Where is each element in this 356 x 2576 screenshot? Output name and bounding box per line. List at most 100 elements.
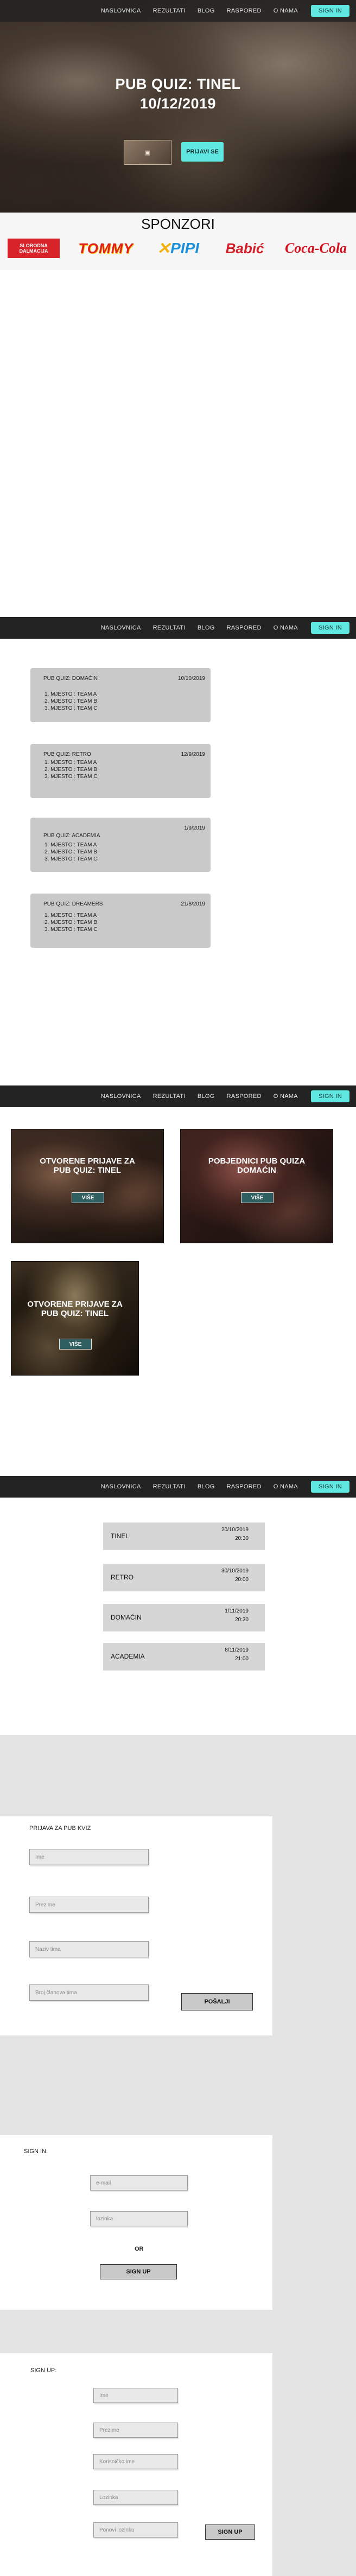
nav-raspored[interactable]: RASPORED [227,1093,262,1100]
schedule-name: TINEL [111,1532,130,1540]
first-name-input[interactable]: Ime [93,2388,178,2403]
blog-caption: OTVORENE PRIJAVE ZA PUB QUIZ: TINEL [40,1157,135,1175]
logo-babic: Babić [219,236,270,260]
sign-up-button[interactable]: SIGN UP [100,2264,177,2279]
result-card[interactable]: PUB QUIZ: DOMAĆIN 10/10/2019 1. MJESTO :… [30,668,211,722]
blog-photo [11,1129,163,1243]
password-input[interactable]: Lozinka [93,2490,178,2505]
place-2: 2. MJESTO : TEAM B [44,920,97,926]
nav-naslovnica[interactable]: NASLOVNICA [101,8,141,14]
nav-raspored[interactable]: RASPORED [227,1483,262,1490]
logo-text: SLOBODNA DALMACIJA [19,243,48,254]
hero-title: PUB QUIZ: TINEL [115,76,241,92]
result-places: 1. MJESTO : TEAM A 2. MJESTO : TEAM B 3.… [44,691,97,712]
sign-in-button[interactable]: SIGN IN [310,1481,349,1493]
schedule-row[interactable]: ACADEMIA 8/11/2019 21:00 [103,1643,265,1671]
result-date: 21/8/2019 [181,901,206,907]
last-name-input[interactable]: Prezime [29,1897,149,1913]
place-2: 2. MJESTO : TEAM B [44,698,97,704]
result-title: PUB QUIZ: DOMAĆIN [43,676,98,682]
sign-in-button[interactable]: SIGN IN [310,5,349,17]
nav-blog[interactable]: BLOG [198,1093,215,1100]
schedule-datetime: 8/11/2019 21:00 [225,1646,249,1663]
sign-in-title: SIGN IN: [24,2148,48,2155]
prijavi-se-button[interactable]: PRIJAVI SE [181,142,224,162]
or-divider: OR [135,2246,144,2252]
last-name-input[interactable]: Prezime [93,2423,178,2438]
quiz-signup-form: PRIJAVA ZA PUB KVIZ Ime Prezime Naziv ti… [0,1816,272,2035]
nav-o-nama[interactable]: O NAMA [274,1093,298,1100]
logo-tommy: TOMMY [76,236,136,260]
logo-pipi: ✕ PIPI [156,239,200,258]
blog-card[interactable]: OTVORENE PRIJAVE ZA PUB QUIZ: TINEL VIŠE [11,1261,139,1376]
result-card[interactable]: PUB QUIZ: RETRO 12/9/2019 1. MJESTO : TE… [30,744,211,798]
nav-blog[interactable]: BLOG [198,1483,215,1490]
sign-in-form: SIGN IN: e-mail lozinka OR SIGN UP [0,2135,272,2310]
posalji-button[interactable]: POŠALJI [181,1993,253,2010]
place-3: 3. MJESTO : TEAM C [44,856,98,862]
schedule-row[interactable]: RETRO 30/10/2019 20:00 [103,1564,265,1591]
nav-o-nama[interactable]: O NAMA [274,625,298,631]
first-name-input[interactable]: Ime [29,1849,149,1865]
password-input[interactable]: lozinka [90,2211,188,2226]
place-2: 2. MJESTO : TEAM B [44,849,97,855]
sign-up-submit-button[interactable]: SIGN UP [205,2524,255,2540]
nav-o-nama[interactable]: O NAMA [274,8,298,14]
schedule-date: 1/11/2019 [225,1608,249,1614]
blog-caption: POBJEDNICI PUB QUIZA DOMAĆIN [208,1157,306,1175]
schedule-row[interactable]: DOMAĆIN 1/11/2019 20:30 [103,1604,265,1631]
logo-coca-cola: Coca-Cola [281,236,351,260]
quiz-signup-title: PRIJAVA ZA PUB KVIZ [29,1825,91,1832]
image-icon: ▣ [144,149,151,156]
nav-rezultati[interactable]: REZULTATI [153,1483,186,1490]
schedule-date: 20/10/2019 [221,1527,249,1533]
nav-rezultati[interactable]: REZULTATI [153,1093,186,1100]
vise-button[interactable]: VIŠE [72,1192,104,1203]
schedule-date: 30/10/2019 [221,1568,249,1574]
result-card[interactable]: PUB QUIZ: DREAMERS 21/8/2019 1. MJESTO :… [30,894,211,948]
result-places: 1. MJESTO : TEAM A 2. MJESTO : TEAM B 3.… [44,759,97,780]
nav-blog[interactable]: BLOG [198,625,215,631]
schedule-row[interactable]: TINEL 20/10/2019 20:30 [103,1523,265,1550]
sign-up-title: SIGN UP: [30,2367,57,2374]
team-members-input[interactable]: Broj članova tima [29,1984,149,2001]
team-name-input[interactable]: Naziv tima [29,1941,149,1957]
blog-card[interactable]: OTVORENE PRIJAVE ZA PUB QUIZ: TINEL VIŠE [11,1129,164,1243]
sign-in-button[interactable]: SIGN IN [310,1090,349,1102]
email-input[interactable]: e-mail [90,2175,188,2190]
nav-naslovnica[interactable]: NASLOVNICA [101,625,141,631]
nav-blog[interactable]: BLOG [198,8,215,14]
logo-text: TOMMY [78,240,134,256]
nav-rezultati[interactable]: REZULTATI [153,8,186,14]
schedule-datetime: 1/11/2019 20:30 [225,1607,249,1624]
blog-photo [11,1262,138,1375]
schedule-name: DOMAĆIN [111,1614,142,1621]
nav-raspored[interactable]: RASPORED [227,8,262,14]
result-date: 1/9/2019 [184,825,205,831]
top-navbar: NASLOVNICA REZULTATI BLOG RASPORED O NAM… [0,1085,356,1107]
result-card[interactable]: PUB QUIZ: ACADEMIA 1/9/2019 1. MJESTO : … [30,818,211,872]
result-date: 12/9/2019 [181,751,206,757]
repeat-password-input[interactable]: Ponovi lozinku [93,2522,178,2538]
nav-raspored[interactable]: RASPORED [227,625,262,631]
place-1: 1. MJESTO : TEAM A [44,842,97,848]
top-navbar: NASLOVNICA REZULTATI BLOG RASPORED O NAM… [0,0,356,22]
vise-button[interactable]: VIŠE [59,1339,92,1350]
hero-date: 10/12/2019 [139,95,217,112]
sign-in-button[interactable]: SIGN IN [310,622,349,634]
blog-photo [181,1129,333,1243]
username-input[interactable]: Korisničko ime [93,2454,178,2469]
vise-button[interactable]: VIŠE [241,1192,274,1203]
nav-naslovnica[interactable]: NASLOVNICA [101,1483,141,1490]
nav-naslovnica[interactable]: NASLOVNICA [101,1093,141,1100]
result-places: 1. MJESTO : TEAM A 2. MJESTO : TEAM B 3.… [44,841,97,863]
blog-card[interactable]: POBJEDNICI PUB QUIZA DOMAĆIN VIŠE [180,1129,333,1243]
nav-rezultati[interactable]: REZULTATI [153,625,186,631]
schedule-datetime: 20/10/2019 20:30 [221,1526,249,1543]
logo-text: PIPI [170,240,200,256]
place-1: 1. MJESTO : TEAM A [44,760,97,766]
schedule-time: 20:00 [234,1577,249,1583]
nav-o-nama[interactable]: O NAMA [274,1483,298,1490]
sponsors-section: SPONZORI SLOBODNA DALMACIJA TOMMY ✕ PIPI … [0,213,356,270]
result-date: 10/10/2019 [177,676,205,682]
